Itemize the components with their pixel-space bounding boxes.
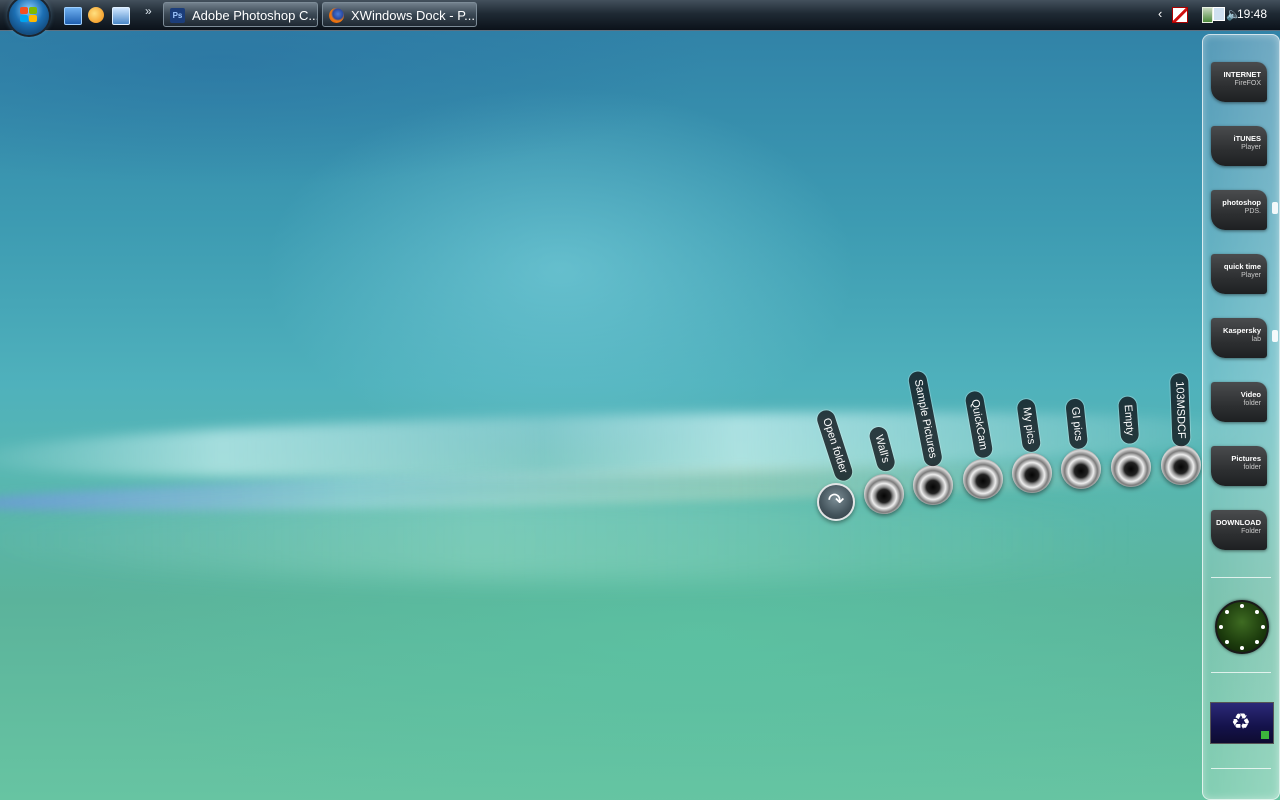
taskbar-button-firefox[interactable]: XWindows Dock - P... — [322, 2, 477, 27]
quick-launch-overflow-icon[interactable]: » — [145, 4, 152, 18]
dock-item-kaspersky[interactable]: Kaspersky lab — [1211, 318, 1267, 358]
stack-label-folder[interactable]: Empty — [1118, 396, 1140, 445]
system-clock[interactable]: 19:48 — [1237, 7, 1267, 21]
dock-item-video-folder[interactable]: Video folder — [1211, 382, 1267, 422]
stack-label-folder[interactable]: GI pics — [1065, 398, 1089, 450]
dock-item-title: photoshop — [1222, 198, 1261, 207]
dock-item-firefox[interactable]: INTERNET FireFOX — [1211, 62, 1267, 102]
dock-item-subtitle: Player — [1241, 144, 1261, 151]
power-icon[interactable] — [1202, 7, 1213, 23]
open-folder-button[interactable]: ↷ — [817, 483, 855, 521]
taskbar: » Ps Adobe Photoshop C... XWindows Dock … — [0, 0, 1280, 35]
firefox-icon — [329, 8, 344, 23]
dock-clock-icon[interactable] — [1215, 600, 1269, 654]
dock-item-title: quick time — [1223, 262, 1261, 271]
folder-icon[interactable] — [1061, 449, 1101, 489]
folder-icon[interactable] — [913, 465, 953, 505]
dock-item-pictures-folder[interactable]: Pictures folder — [1211, 446, 1267, 486]
dock-item-title: Kaspersky — [1223, 326, 1261, 335]
stack-label-folder[interactable]: QuickCam — [964, 390, 994, 460]
recycle-bin-icon[interactable]: ♻ — [1210, 702, 1274, 744]
dock-item-title: Video — [1240, 390, 1261, 399]
taskbar-button-label: Adobe Photoshop C... — [192, 8, 318, 23]
stack-label-folder[interactable]: Wall's — [867, 425, 897, 473]
folder-icon[interactable] — [1111, 447, 1151, 487]
stack-label-folder[interactable]: 103MSDCF — [1170, 373, 1191, 448]
stack-label-open-folder[interactable]: Open folder — [814, 408, 855, 484]
tray-expand-icon[interactable]: ‹ — [1158, 6, 1162, 21]
network-icon[interactable] — [1213, 7, 1225, 21]
wallpaper-wave — [0, 500, 1260, 580]
photoshop-icon: Ps — [170, 8, 185, 23]
taskbar-button-label: XWindows Dock - P... — [351, 8, 476, 23]
dock-item-subtitle: folder — [1243, 400, 1261, 407]
dock-item-photoshop[interactable]: photoshop PDS. — [1211, 190, 1267, 230]
dock-separator — [1211, 768, 1271, 769]
dock-separator — [1211, 672, 1271, 673]
browser-icon[interactable] — [88, 7, 104, 23]
side-dock: INTERNET FireFOX iTUNES Player photoshop… — [1202, 34, 1280, 800]
dock-edge-marker — [1272, 330, 1278, 342]
dock-item-title: DOWNLOAD — [1216, 518, 1261, 527]
dock-edge-marker — [1272, 202, 1278, 214]
dock-item-itunes[interactable]: iTUNES Player — [1211, 126, 1267, 166]
dock-item-subtitle: FireFOX — [1234, 80, 1261, 87]
dock-item-title: iTUNES — [1233, 134, 1261, 143]
dock-item-subtitle: Player — [1241, 272, 1261, 279]
switch-windows-icon[interactable] — [112, 7, 130, 25]
stack-label-folder[interactable]: Sample Pictures — [907, 370, 944, 468]
dock-item-title: Pictures — [1231, 454, 1261, 463]
dock-item-quicktime[interactable]: quick time Player — [1211, 254, 1267, 294]
taskbar-button-photoshop[interactable]: Ps Adobe Photoshop C... — [163, 2, 318, 27]
status-dot-icon — [1261, 731, 1269, 739]
dock-item-subtitle: folder — [1243, 464, 1261, 471]
kaspersky-icon[interactable] — [1172, 7, 1188, 23]
folder-icon[interactable] — [1012, 453, 1052, 493]
stack-label-folder[interactable]: My pics — [1016, 398, 1042, 454]
folder-icon[interactable] — [1161, 445, 1201, 485]
windows-logo-icon — [20, 7, 38, 23]
dock-item-subtitle: Folder — [1241, 528, 1261, 535]
dock-item-download-folder[interactable]: DOWNLOAD Folder — [1211, 510, 1267, 550]
dock-item-subtitle: lab — [1251, 336, 1261, 343]
arrow-curve-icon: ↷ — [827, 490, 845, 512]
dock-item-subtitle: PDS. — [1244, 208, 1261, 215]
dock-separator — [1211, 577, 1271, 578]
show-desktop-icon[interactable] — [64, 7, 82, 25]
recycle-symbol-icon: ♻ — [1231, 709, 1251, 734]
start-button[interactable] — [9, 0, 49, 35]
dock-item-title: INTERNET — [1223, 70, 1262, 79]
folder-icon[interactable] — [864, 474, 904, 514]
folder-icon[interactable] — [963, 459, 1003, 499]
